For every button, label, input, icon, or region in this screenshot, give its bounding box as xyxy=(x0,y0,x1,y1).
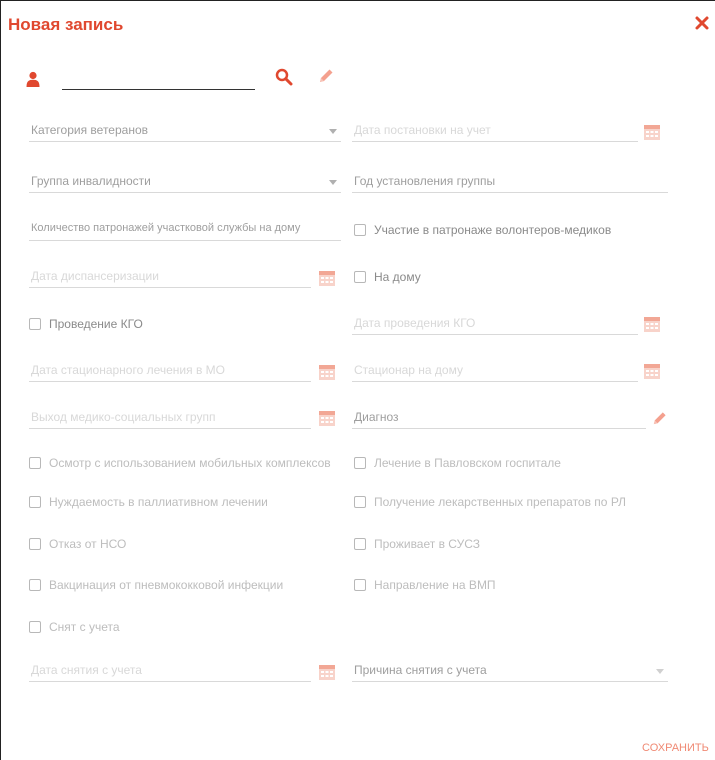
dispensary-date-field[interactable]: Дата диспансеризации xyxy=(29,268,311,288)
search-icon[interactable] xyxy=(275,68,293,86)
inpatient-date-field[interactable]: Дата стационарного лечения в МО xyxy=(29,362,311,382)
calendar-icon[interactable] xyxy=(644,316,660,332)
pencil-icon[interactable] xyxy=(317,67,335,85)
lives-susz-checkbox[interactable]: Проживает в СУСЗ xyxy=(354,537,480,551)
user-icon xyxy=(26,71,40,87)
calendar-icon[interactable] xyxy=(644,363,660,379)
user-input[interactable] xyxy=(62,89,255,90)
group-year-field[interactable]: Год установления группы xyxy=(352,173,668,193)
pavlovsky-checkbox[interactable]: Лечение в Павловском госпитале xyxy=(354,456,561,470)
mobile-exam-checkbox[interactable]: Осмотр с использованием мобильных компле… xyxy=(29,456,331,470)
palliative-checkbox[interactable]: Нуждаемость в паллиативном лечении xyxy=(29,495,268,509)
vmp-referral-checkbox[interactable]: Направление на ВМП xyxy=(354,578,496,592)
volunteer-patronage-checkbox[interactable]: Участие в патронаже волонтеров-медиков xyxy=(354,223,611,237)
pencil-icon[interactable] xyxy=(651,410,668,427)
chevron-down-icon xyxy=(329,129,337,134)
chevron-down-icon xyxy=(656,669,664,674)
calendar-icon[interactable] xyxy=(319,410,335,426)
deregistration-reason-select[interactable]: Причина снятия с учета xyxy=(352,662,668,682)
kgo-checkbox[interactable]: Проведение КГО xyxy=(29,317,143,331)
veteran-category-select[interactable]: Категория ветеранов xyxy=(29,122,341,142)
calendar-icon[interactable] xyxy=(319,364,335,380)
calendar-icon[interactable] xyxy=(319,270,335,286)
pneumo-vaccine-checkbox[interactable]: Вакцинация от пневмококковой инфекции xyxy=(29,578,283,592)
at-home-checkbox[interactable]: На дому xyxy=(354,270,421,284)
kgo-date-field[interactable]: Дата проведения КГО xyxy=(352,315,638,335)
drugs-rl-checkbox[interactable]: Получение лекарственных препаратов по РЛ xyxy=(354,495,626,509)
save-button[interactable]: СОХРАНИТЬ xyxy=(642,742,709,754)
dialog-title: Новая запись xyxy=(8,15,124,34)
diagnosis-field[interactable]: Диагноз xyxy=(352,409,646,429)
deregistration-date-field[interactable]: Дата снятия с учета xyxy=(29,662,311,682)
registration-date-field[interactable]: Дата постановки на учет xyxy=(352,122,638,142)
deregistered-checkbox[interactable]: Снят с учета xyxy=(29,620,120,634)
home-hospital-field[interactable]: Стационар на дому xyxy=(352,362,638,382)
close-icon[interactable] xyxy=(694,14,710,32)
msg-exit-field[interactable]: Выход медико-социальных групп xyxy=(29,409,311,429)
nso-refusal-checkbox[interactable]: Отказ от НСО xyxy=(29,537,126,551)
chevron-down-icon xyxy=(329,180,337,185)
disability-group-select[interactable]: Группа инвалидности xyxy=(29,173,341,193)
calendar-icon[interactable] xyxy=(644,124,660,140)
patronage-count-field[interactable]: Количество патронажей участковой службы … xyxy=(29,221,341,241)
calendar-icon[interactable] xyxy=(319,664,335,680)
